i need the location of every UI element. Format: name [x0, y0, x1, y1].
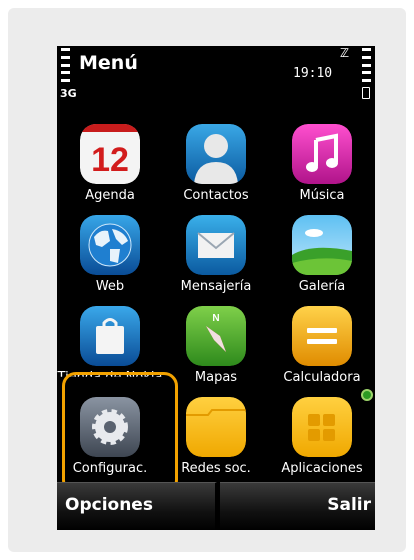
app-label: Contactos: [183, 188, 249, 203]
app-label: Redes soc.: [181, 461, 251, 476]
calendar-day: 12: [91, 141, 129, 179]
network-type: 3G: [60, 87, 77, 100]
app-label: Música: [299, 188, 345, 203]
app-musica[interactable]: Música: [269, 116, 375, 207]
apps-folder-icon: [292, 397, 352, 457]
app-redes-sociales[interactable]: Redes soc.: [163, 389, 269, 480]
notification-dot-icon: [361, 389, 373, 401]
screenshot-frame: Menú 3G ℤ 19:10 12 Agenda Contactos Músi…: [8, 8, 406, 552]
options-softkey-label: Opciones: [65, 495, 153, 515]
app-aplicaciones[interactable]: Aplicaciones: [269, 389, 375, 480]
calendar-icon: 12: [80, 124, 140, 184]
app-label: Web: [95, 279, 125, 294]
app-label: Mapas: [194, 370, 238, 385]
battery-icon: [362, 87, 370, 99]
phone-screen: Menú 3G ℤ 19:10 12 Agenda Contactos Músi…: [57, 46, 375, 530]
compass-letter: N: [212, 313, 219, 324]
app-label: Agenda: [85, 188, 135, 203]
app-label: Mensajería: [180, 279, 252, 294]
app-mensajeria[interactable]: Mensajería: [163, 207, 269, 298]
exit-softkey-label: Salir: [327, 495, 371, 515]
clock: 19:10: [293, 66, 333, 81]
app-label: Calculadora: [283, 370, 361, 385]
exit-softkey[interactable]: Salir: [220, 482, 375, 530]
app-galeria[interactable]: Galería: [269, 207, 375, 298]
globe-icon: [80, 215, 140, 275]
battery-level-icon: [362, 48, 371, 82]
app-calculadora[interactable]: Calculadora: [269, 298, 375, 389]
app-label: Galería: [298, 279, 346, 294]
envelope-icon: [186, 215, 246, 275]
folder-icon: [186, 397, 246, 457]
page-title: Menú: [79, 52, 138, 74]
gallery-icon: [292, 215, 352, 275]
calculator-icon: [292, 306, 352, 366]
app-label: Aplicaciones: [281, 461, 363, 476]
app-mapas[interactable]: N Mapas: [163, 298, 269, 389]
softkey-bar: Opciones Salir: [57, 482, 375, 530]
bluetooth-icon: ℤ: [340, 46, 350, 60]
music-icon: [292, 124, 352, 184]
contacts-icon: [186, 124, 246, 184]
store-bag-icon: [80, 306, 140, 366]
options-softkey[interactable]: Opciones: [57, 482, 217, 530]
app-agenda[interactable]: 12 Agenda: [57, 116, 163, 207]
app-contactos[interactable]: Contactos: [163, 116, 269, 207]
compass-icon: N: [186, 306, 246, 366]
signal-strength-icon: [61, 48, 70, 82]
app-web[interactable]: Web: [57, 207, 163, 298]
selection-highlight: [62, 372, 178, 494]
